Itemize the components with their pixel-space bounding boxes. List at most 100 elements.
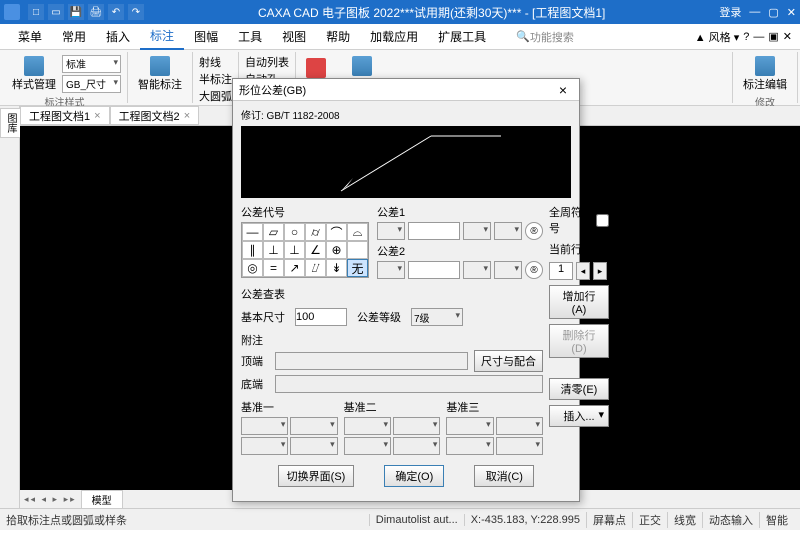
- tol2-mat-combo[interactable]: [463, 261, 491, 279]
- datum2-b-combo[interactable]: [393, 417, 440, 435]
- menu-addons[interactable]: 加载应用: [360, 24, 428, 49]
- clear-button[interactable]: 清零(E): [549, 378, 609, 400]
- sym-totrunout[interactable]: ⌰: [305, 259, 326, 277]
- datum1-b-combo[interactable]: [290, 417, 337, 435]
- left-tab-1[interactable]: 图库: [0, 108, 21, 138]
- menu-tools[interactable]: 工具: [228, 24, 272, 49]
- dim-style-combo[interactable]: 标准: [62, 55, 121, 73]
- rib-half[interactable]: 半标注: [199, 71, 232, 87]
- dialog-close-icon[interactable]: ×: [553, 82, 573, 98]
- menu-ext[interactable]: 扩展工具: [428, 24, 496, 49]
- function-search[interactable]: 🔍 功能搜索: [516, 29, 695, 45]
- basic-size-input[interactable]: [295, 308, 347, 326]
- datum3-d-combo[interactable]: [496, 437, 543, 455]
- sym-cyl[interactable]: ⌭: [305, 223, 326, 241]
- sym-surfprof[interactable]: ⌓: [347, 223, 368, 241]
- datum2-c-combo[interactable]: [344, 437, 391, 455]
- grade-combo[interactable]: 7级: [411, 308, 463, 326]
- style-label[interactable]: ▲ 风格 ▾: [695, 29, 740, 45]
- doc-tab-close-icon[interactable]: ×: [94, 110, 100, 122]
- datum1-c-combo[interactable]: [241, 437, 288, 455]
- qat-new-icon[interactable]: □: [28, 4, 44, 20]
- status-screenpt[interactable]: 屏幕点: [586, 512, 632, 528]
- win-min-icon[interactable]: —: [753, 31, 764, 43]
- qat-save-icon[interactable]: 💾: [68, 4, 84, 20]
- dim-substyle-combo[interactable]: GB_尺寸: [62, 75, 121, 93]
- tol2-value-input[interactable]: [408, 261, 460, 279]
- sym-perp[interactable]: ⊥: [263, 241, 284, 259]
- datum1-d-combo[interactable]: [290, 437, 337, 455]
- status-lw[interactable]: 线宽: [667, 512, 702, 528]
- doc-tab-close-icon[interactable]: ×: [184, 110, 190, 122]
- tol2-mod-combo[interactable]: [494, 261, 522, 279]
- sym-straight[interactable]: —: [242, 223, 263, 241]
- insert-combo[interactable]: 插入...▾: [549, 405, 609, 427]
- login-button[interactable]: 登录: [719, 4, 741, 20]
- tol2-prefix-combo[interactable]: [377, 261, 405, 279]
- sym-round[interactable]: ○: [284, 223, 305, 241]
- ok-button[interactable]: 确定(O): [384, 465, 444, 487]
- row-next-button[interactable]: ▸: [593, 262, 607, 280]
- smart-dim-button[interactable]: 智能标注: [134, 54, 186, 94]
- minimize-icon[interactable]: —: [749, 6, 760, 18]
- rib-arc[interactable]: 大圆弧: [199, 88, 232, 104]
- menu-layout[interactable]: 图幅: [184, 24, 228, 49]
- menu-insert[interactable]: 插入: [96, 24, 140, 49]
- menu-view[interactable]: 视图: [272, 24, 316, 49]
- sym-perp2[interactable]: ⊥: [284, 241, 305, 259]
- status-ortho[interactable]: 正交: [632, 512, 667, 528]
- tol1-prefix-combo[interactable]: [377, 222, 405, 240]
- bottom-note-input[interactable]: [275, 375, 543, 393]
- sym-flat[interactable]: ▱: [263, 223, 284, 241]
- rib-ray[interactable]: 射线: [199, 54, 232, 70]
- help-icon[interactable]: ?: [743, 31, 749, 43]
- sym-lineprof[interactable]: ⌒: [326, 223, 347, 241]
- datum2-d-combo[interactable]: [393, 437, 440, 455]
- datum1-a-combo[interactable]: [241, 417, 288, 435]
- doc-tab-2[interactable]: 工程图文档2×: [110, 106, 200, 125]
- sym-angularity[interactable]: ∠: [305, 241, 326, 259]
- cancel-button[interactable]: 取消(C): [474, 465, 534, 487]
- doc-tab-1[interactable]: 工程图文档1×: [20, 106, 110, 125]
- datum3-b-combo[interactable]: [496, 417, 543, 435]
- menu-annotate[interactable]: 标注: [140, 23, 184, 50]
- sym-concentric[interactable]: ◎: [242, 259, 263, 277]
- tol2-related-button[interactable]: ®: [525, 261, 543, 279]
- add-row-button[interactable]: 增加行(A): [549, 285, 609, 319]
- menu-help[interactable]: 帮助: [316, 24, 360, 49]
- sym-blank1[interactable]: [347, 241, 368, 259]
- tol1-related-button[interactable]: ®: [525, 222, 543, 240]
- style-manager-button[interactable]: 样式管理: [8, 54, 60, 94]
- close-icon[interactable]: ✕: [787, 6, 796, 19]
- win-restore-icon[interactable]: ▣: [768, 30, 778, 43]
- datum2-a-combo[interactable]: [344, 417, 391, 435]
- tol1-value-input[interactable]: [408, 222, 460, 240]
- model-tab[interactable]: 模型: [81, 490, 123, 509]
- qat-open-icon[interactable]: ▭: [48, 4, 64, 20]
- status-dyn[interactable]: 动态输入: [702, 512, 759, 528]
- qat-print-icon[interactable]: 🖨: [88, 4, 104, 20]
- dialog-titlebar[interactable]: 形位公差(GB) ×: [233, 79, 579, 101]
- switch-button[interactable]: 切换界面(S): [278, 465, 355, 487]
- status-smart[interactable]: 智能: [759, 512, 794, 528]
- sym-arrow[interactable]: ↡: [326, 259, 347, 277]
- datum3-c-combo[interactable]: [446, 437, 493, 455]
- datum3-a-combo[interactable]: [446, 417, 493, 435]
- qat-undo-icon[interactable]: ↶: [108, 4, 124, 20]
- sym-parallel[interactable]: ∥: [242, 241, 263, 259]
- tol1-mat-combo[interactable]: [463, 222, 491, 240]
- top-note-input[interactable]: [275, 352, 468, 370]
- sym-runout[interactable]: ↗: [284, 259, 305, 277]
- sym-symmetry[interactable]: =: [263, 259, 284, 277]
- tab-nav-icons[interactable]: ◂◂ ◂ ▸ ▸▸: [24, 494, 77, 505]
- row-prev-button[interactable]: ◂: [576, 262, 590, 280]
- sym-none[interactable]: 无: [347, 259, 368, 277]
- dim-edit-button[interactable]: 标注编辑: [739, 54, 791, 94]
- win-close-icon[interactable]: ✕: [783, 30, 792, 43]
- qat-redo-icon[interactable]: ↷: [128, 4, 144, 20]
- sym-position[interactable]: ⊕: [326, 241, 347, 259]
- menu-common[interactable]: 常用: [52, 24, 96, 49]
- maximize-icon[interactable]: ▢: [768, 6, 778, 19]
- rib-autolist[interactable]: 自动列表: [245, 54, 289, 70]
- tol1-mod-combo[interactable]: [494, 222, 522, 240]
